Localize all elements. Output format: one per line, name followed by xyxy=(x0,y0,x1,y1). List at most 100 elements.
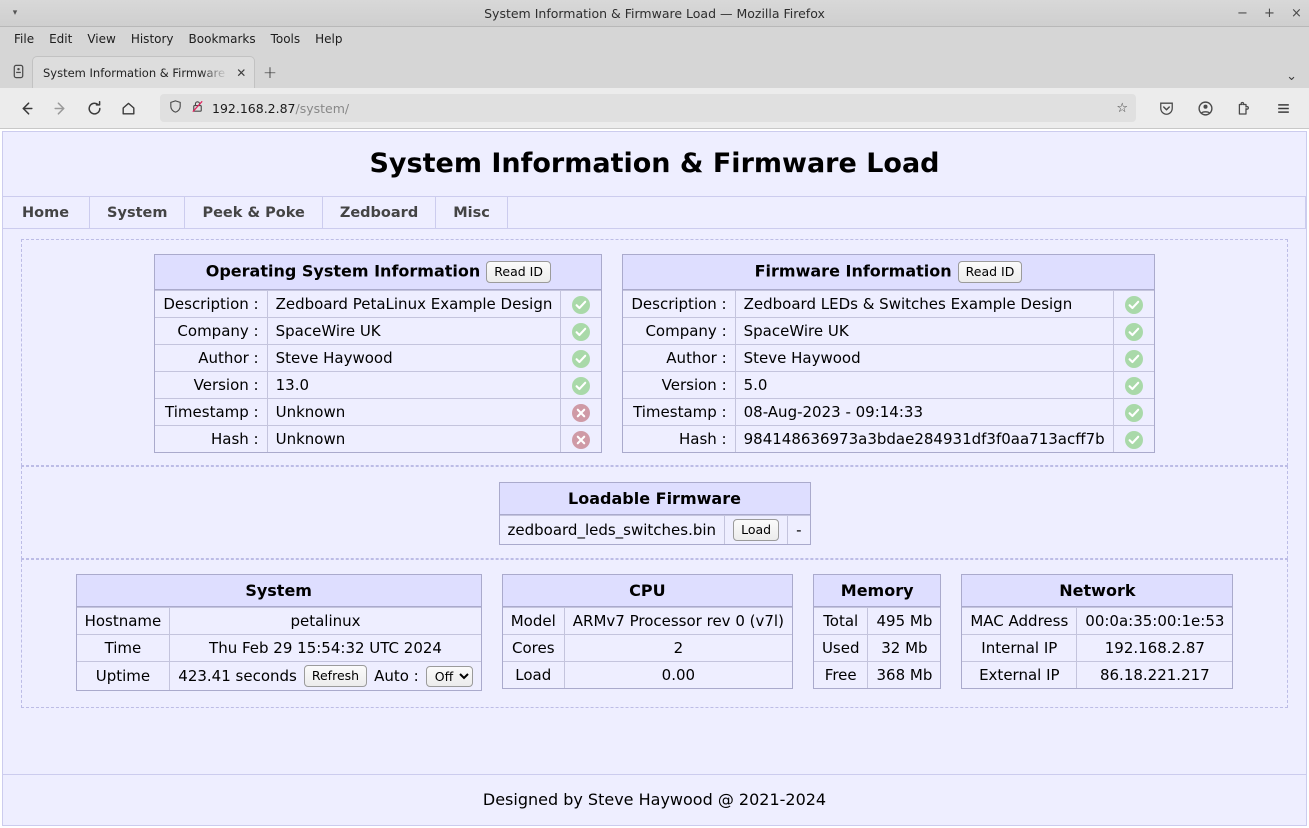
table-row: Time Thu Feb 29 15:54:32 UTC 2024 xyxy=(76,634,481,661)
network-caption: Network xyxy=(962,575,1233,607)
menu-help[interactable]: Help xyxy=(309,30,348,48)
table-row: Hash : Unknown xyxy=(155,425,602,452)
fw-row-label: Version : xyxy=(623,371,736,398)
forward-button[interactable] xyxy=(44,93,76,123)
cpu-row-value: 2 xyxy=(564,634,792,661)
minimize-button[interactable]: − xyxy=(1236,7,1249,20)
nav-tab-zedboard[interactable]: Zedboard xyxy=(323,197,437,228)
reload-button[interactable] xyxy=(78,93,110,123)
table-row: Free 368 Mb xyxy=(813,661,941,688)
url-host: 192.168.2.87 xyxy=(212,100,296,116)
os-row-label: Version : xyxy=(155,371,268,398)
os-row-value: 13.0 xyxy=(267,371,562,398)
hostname-label: Hostname xyxy=(76,607,171,634)
nav-tab-misc[interactable]: Misc xyxy=(436,197,508,228)
account-icon[interactable] xyxy=(1189,93,1221,123)
firefox-view-icon[interactable] xyxy=(4,54,32,88)
list-all-tabs-icon[interactable]: ⌄ xyxy=(1286,69,1297,84)
memory-row-value: 32 Mb xyxy=(868,634,941,661)
home-button[interactable] xyxy=(112,93,144,123)
maximize-button[interactable]: + xyxy=(1263,7,1276,20)
table-row: Description : Zedboard PetaLinux Example… xyxy=(155,290,602,317)
time-value: Thu Feb 29 15:54:32 UTC 2024 xyxy=(170,634,481,661)
web-page: System Information & Firmware Load Home … xyxy=(2,131,1307,826)
menu-file[interactable]: File xyxy=(8,30,40,48)
cpu-row-value: ARMv7 Processor rev 0 (v7l) xyxy=(564,607,792,634)
fw-caption-text: Firmware Information xyxy=(754,261,952,281)
shield-icon[interactable] xyxy=(168,99,183,118)
fw-row-value: 5.0 xyxy=(735,371,1114,398)
check-icon xyxy=(572,295,591,314)
fw-row-label: Author : xyxy=(623,344,736,371)
window-title: System Information & Firmware Load — Moz… xyxy=(484,5,825,21)
fw-row-label: Description : xyxy=(623,290,736,317)
extensions-icon[interactable] xyxy=(1228,93,1260,123)
page-footer: Designed by Steve Haywood @ 2021-2024 xyxy=(3,774,1306,825)
auto-refresh-select[interactable]: Off xyxy=(425,665,473,687)
fw-read-id-button[interactable]: Read ID xyxy=(957,261,1023,283)
network-row-value: 86.18.221.217 xyxy=(1077,661,1233,688)
insecure-lock-icon[interactable] xyxy=(190,99,205,118)
table-row: Company : SpaceWire UK xyxy=(623,317,1154,344)
menu-tools[interactable]: Tools xyxy=(265,30,307,48)
page-content: Operating System Information Read ID Desc… xyxy=(3,229,1306,774)
os-row-status xyxy=(561,290,602,317)
nav-tab-system[interactable]: System xyxy=(90,197,186,228)
fw-row-value: 08-Aug-2023 - 09:14:33 xyxy=(735,398,1114,425)
fw-row-value: Steve Haywood xyxy=(735,344,1114,371)
loadable-caption: Loadable Firmware xyxy=(499,483,810,515)
fw-row-label: Hash : xyxy=(623,425,736,452)
fw-row-label: Timestamp : xyxy=(623,398,736,425)
network-table: Network MAC Address 00:0a:35:00:1e:53 In… xyxy=(961,574,1234,689)
check-icon xyxy=(572,322,591,341)
bookmark-star-icon[interactable]: ☆ xyxy=(1116,101,1128,116)
new-tab-button[interactable]: + xyxy=(255,57,285,88)
menubar: File Edit View History Bookmarks Tools H… xyxy=(0,27,1309,50)
table-row: Total 495 Mb xyxy=(813,607,941,634)
os-row-value: Unknown xyxy=(267,425,562,452)
url-bar[interactable]: 192.168.2.87/system/ ☆ xyxy=(160,94,1136,122)
table-row: zedboard_leds_switches.bin Load - xyxy=(499,515,810,544)
information-section: Operating System Information Read ID Desc… xyxy=(21,239,1288,466)
cross-icon xyxy=(572,403,591,422)
fw-row-value: SpaceWire UK xyxy=(735,317,1114,344)
auto-label: Auto : xyxy=(374,667,419,685)
os-row-label: Hash : xyxy=(155,425,268,452)
refresh-button[interactable]: Refresh xyxy=(303,665,368,687)
cpu-caption: CPU xyxy=(502,575,792,607)
os-row-value: Zedboard PetaLinux Example Design xyxy=(267,290,562,317)
load-button[interactable]: Load xyxy=(733,519,780,541)
network-row-label: Internal IP xyxy=(962,634,1078,661)
loadable-firmware-table: Loadable Firmware zedboard_leds_switches… xyxy=(498,482,811,545)
check-icon xyxy=(1124,376,1143,395)
os-read-id-button[interactable]: Read ID xyxy=(486,261,551,283)
cross-icon xyxy=(572,430,591,449)
menu-edit[interactable]: Edit xyxy=(43,30,78,48)
nav-tab-home[interactable]: Home xyxy=(3,197,91,228)
fw-row-status xyxy=(1113,317,1154,344)
table-row: Company : SpaceWire UK xyxy=(155,317,602,344)
url-text[interactable]: 192.168.2.87/system/ xyxy=(212,101,1109,116)
back-button[interactable] xyxy=(10,93,42,123)
menu-history[interactable]: History xyxy=(125,30,180,48)
site-nav: Home System Peek & Poke Zedboard Misc xyxy=(3,197,1306,229)
table-row: Timestamp : 08-Aug-2023 - 09:14:33 xyxy=(623,398,1154,425)
os-table-caption: Operating System Information Read ID xyxy=(155,255,602,290)
tab-close-icon[interactable]: ✕ xyxy=(234,66,248,80)
table-row: Author : Steve Haywood xyxy=(623,344,1154,371)
nav-tab-peek-poke[interactable]: Peek & Poke xyxy=(185,197,323,228)
app-menu-icon[interactable] xyxy=(1267,93,1299,123)
memory-row-label: Total xyxy=(813,607,869,634)
os-row-status xyxy=(561,317,602,344)
network-row-value: 00:0a:35:00:1e:53 xyxy=(1077,607,1233,634)
menu-view[interactable]: View xyxy=(81,30,121,48)
os-row-label: Company : xyxy=(155,317,268,344)
close-button[interactable]: × xyxy=(1290,7,1303,20)
fw-row-status xyxy=(1113,398,1154,425)
os-row-status xyxy=(561,398,602,425)
menu-bookmarks[interactable]: Bookmarks xyxy=(183,30,262,48)
loadable-load-cell: Load xyxy=(725,515,789,544)
table-row: Used 32 Mb xyxy=(813,634,941,661)
pocket-icon[interactable] xyxy=(1150,93,1182,123)
browser-tab[interactable]: System Information & Firmware L ✕ xyxy=(32,56,255,88)
